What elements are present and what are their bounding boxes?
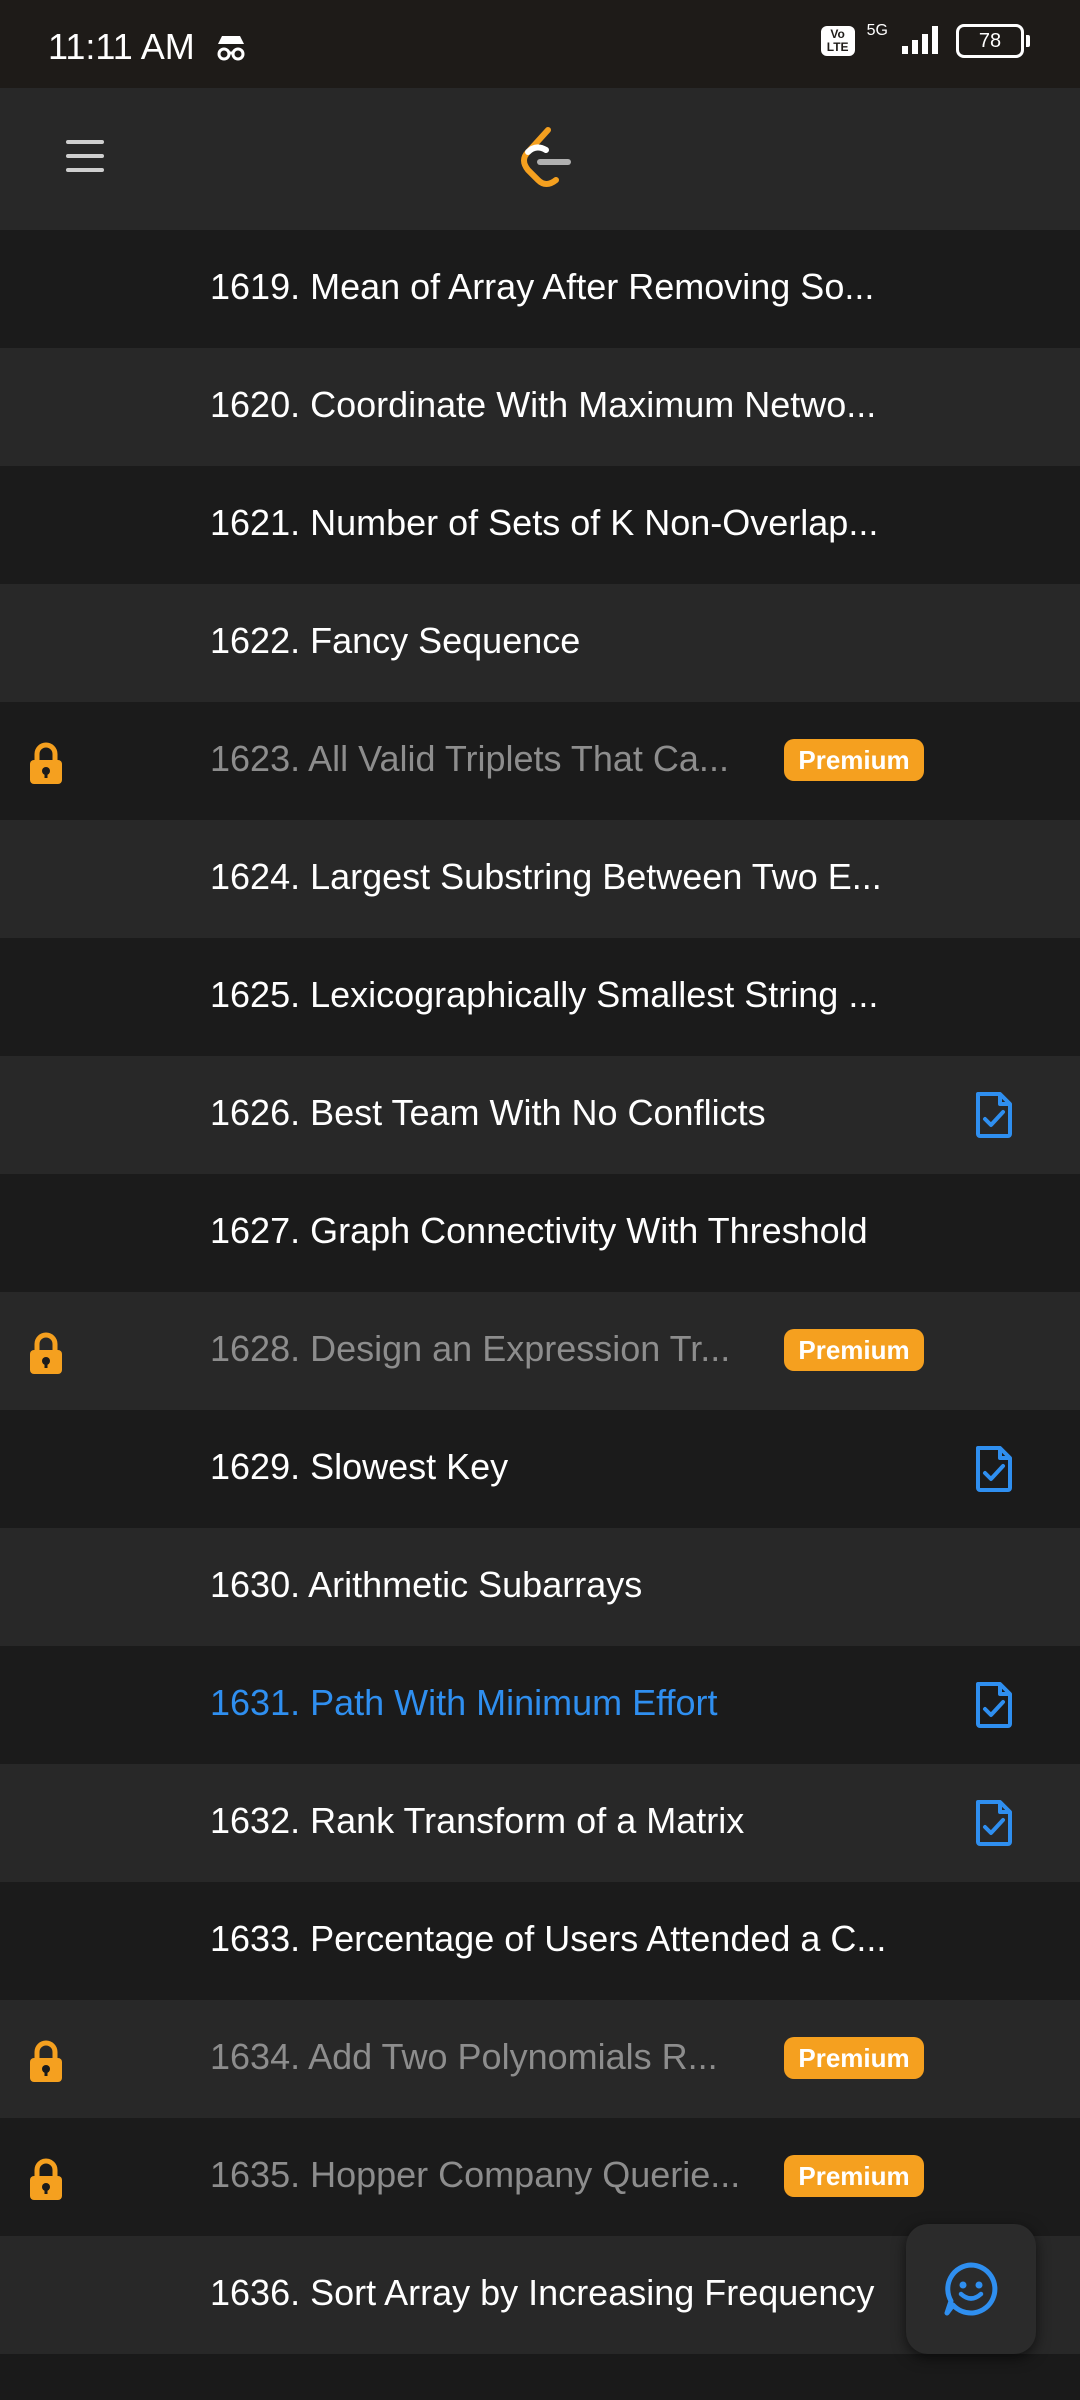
incognito-icon — [214, 30, 248, 69]
solved-check-icon — [972, 1680, 1016, 1735]
problem-title: 1630. Arithmetic Subarrays — [210, 1564, 643, 1605]
problem-title: 1635. Hopper Company Querie... — [210, 2154, 741, 2195]
network-type-label: 5G — [866, 21, 888, 39]
premium-badge: Premium — [784, 739, 924, 781]
problem-title: 1628. Design an Expression Tr... — [210, 1328, 731, 1369]
problem-title: 1621. Number of Sets of K Non-Overlap... — [210, 502, 879, 543]
problem-row[interactable]: 1631. Path With Minimum Effort — [0, 1646, 1080, 1764]
battery-icon: 78 — [956, 23, 1030, 58]
problem-title: 1626. Best Team With No Conflicts — [210, 1092, 766, 1133]
problem-title: 1634. Add Two Polynomials R... — [210, 2036, 718, 2077]
problem-row[interactable]: 1627. Graph Connectivity With Threshold — [0, 1174, 1080, 1292]
lock-icon — [26, 2040, 66, 2089]
problem-row[interactable]: 1623. All Valid Triplets That Ca... Premi… — [0, 702, 1080, 820]
status-time: 11:11 AM — [48, 26, 195, 67]
menu-line — [66, 168, 104, 172]
premium-badge: Premium — [784, 1329, 924, 1371]
problem-title: 1620. Coordinate With Maximum Netwo... — [210, 384, 877, 425]
problem-row[interactable]: 1633. Percentage of Users Attended a C..… — [0, 1882, 1080, 2000]
problem-row[interactable]: 1626. Best Team With No Conflicts — [0, 1056, 1080, 1174]
solved-check-icon — [972, 1444, 1016, 1499]
premium-badge: Premium — [784, 2155, 924, 2197]
problem-row[interactable]: 1634. Add Two Polynomials R... Premium — [0, 2000, 1080, 2118]
status-icons: Vo LTE 5G 78 — [820, 21, 1030, 59]
problem-title: 1623. All Valid Triplets That Ca... — [210, 738, 729, 779]
problem-row[interactable]: 1622. Fancy Sequence — [0, 584, 1080, 702]
problem-title: 1633. Percentage of Users Attended a C..… — [210, 1918, 887, 1959]
problem-row[interactable]: 1630. Arithmetic Subarrays — [0, 1528, 1080, 1646]
app-header — [0, 88, 1080, 231]
problem-title: 1631. Path With Minimum Effort — [210, 1682, 718, 1723]
status-bar: 11:11 AM Vo LTE 5G 78 — [0, 0, 1080, 88]
signal-icon — [900, 22, 944, 59]
problem-title: 1625. Lexicographically Smallest String … — [210, 974, 879, 1015]
problem-title: 1627. Graph Connectivity With Threshold — [210, 1210, 868, 1251]
problem-title: 1622. Fancy Sequence — [210, 620, 581, 661]
hamburger-menu-button[interactable] — [60, 134, 110, 184]
problem-title: 1619. Mean of Array After Removing So... — [210, 266, 875, 307]
menu-line — [66, 140, 104, 144]
problem-title: 1629. Slowest Key — [210, 1446, 509, 1487]
problem-row[interactable]: 1620. Coordinate With Maximum Netwo... — [0, 348, 1080, 466]
problem-list: 1619. Mean of Array After Removing So...… — [0, 230, 1080, 2354]
leetcode-logo-icon[interactable] — [514, 126, 574, 195]
problem-title: 1636. Sort Array by Increasing Frequency — [210, 2272, 875, 2313]
problem-row[interactable]: 1619. Mean of Array After Removing So... — [0, 230, 1080, 348]
problem-title: 1632. Rank Transform of a Matrix — [210, 1800, 745, 1841]
problem-row[interactable]: 1625. Lexicographically Smallest String … — [0, 938, 1080, 1056]
problem-row[interactable]: 1635. Hopper Company Querie... Premium — [0, 2118, 1080, 2236]
solved-check-icon — [972, 1798, 1016, 1853]
lock-icon — [26, 1332, 66, 1381]
premium-badge: Premium — [784, 2037, 924, 2079]
chat-smile-icon — [944, 2262, 998, 2316]
chat-button[interactable] — [906, 2224, 1036, 2354]
problem-row[interactable]: 1632. Rank Transform of a Matrix — [0, 1764, 1080, 1882]
problem-row[interactable]: 1628. Design an Expression Tr... Premium — [0, 1292, 1080, 1410]
problem-title: 1624. Largest Substring Between Two E... — [210, 856, 882, 897]
solved-check-icon — [972, 1090, 1016, 1145]
menu-line — [66, 154, 104, 158]
problem-row[interactable]: 1621. Number of Sets of K Non-Overlap... — [0, 466, 1080, 584]
lock-icon — [26, 2158, 66, 2207]
volte-icon: Vo LTE — [820, 25, 855, 56]
problem-row[interactable]: 1624. Largest Substring Between Two E... — [0, 820, 1080, 938]
lock-icon — [26, 742, 66, 791]
problem-row[interactable]: 1629. Slowest Key — [0, 1410, 1080, 1528]
